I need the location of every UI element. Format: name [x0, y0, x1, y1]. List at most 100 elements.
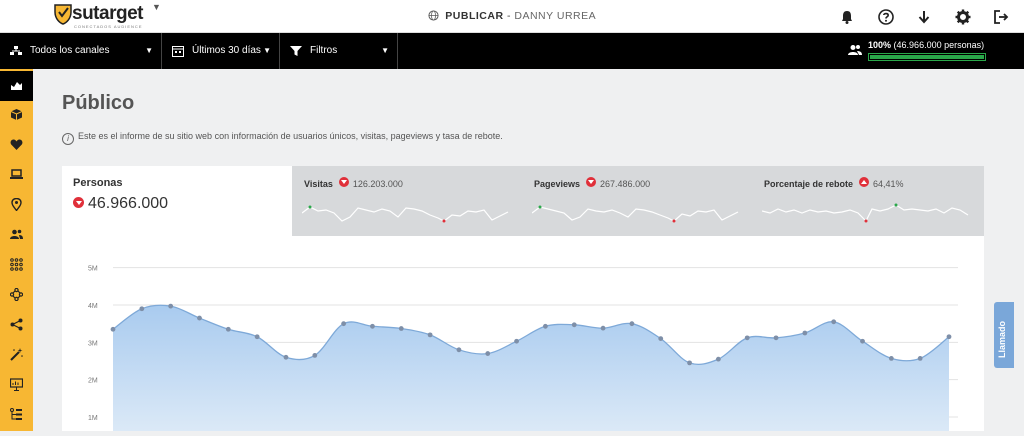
- brand-tagline: CONECTADOS AUDIENCE: [74, 24, 143, 29]
- help-icon[interactable]: [877, 8, 895, 26]
- trend-down-icon: [73, 197, 84, 208]
- sparkline-rebote: [762, 203, 969, 223]
- download-icon[interactable]: [915, 8, 933, 26]
- sidebar-item-users[interactable]: [0, 220, 33, 250]
- sidebar-item-laptop[interactable]: [0, 160, 33, 190]
- data-point[interactable]: [110, 326, 116, 332]
- channels-dropdown[interactable]: Todos los canales ▼: [0, 33, 162, 69]
- calendar-icon: [172, 46, 184, 57]
- location-icon: [11, 198, 22, 211]
- trend-down-icon: [586, 177, 597, 187]
- kpi-pageviews-value: 267.486.000: [600, 179, 651, 189]
- data-point[interactable]: [946, 334, 952, 340]
- trend-down-icon: [338, 177, 349, 187]
- sidebar-item-magic-wand[interactable]: [0, 340, 33, 370]
- llamado-label: Llamado: [997, 320, 1007, 358]
- sidebar-item-network[interactable]: [0, 280, 33, 310]
- period-dropdown[interactable]: Últimos 30 días ▼: [162, 33, 280, 69]
- sidebar-item-grid[interactable]: [0, 250, 33, 280]
- data-point[interactable]: [744, 335, 750, 341]
- kpi-rebote[interactable]: Porcentaje de rebote 64,41%: [752, 166, 984, 236]
- kpi-rebote-value: 64,41%: [873, 179, 904, 189]
- user-name: DANNY URREA: [514, 10, 597, 22]
- top-header: sutarget CONECTADOS AUDIENCE ▼ PUBLICAR …: [0, 0, 1024, 33]
- sparkline-visitas: [302, 205, 509, 223]
- sidebar-item-heart[interactable]: [0, 130, 33, 160]
- data-point[interactable]: [831, 319, 837, 325]
- y-tick-label: 2M: [88, 378, 98, 385]
- data-point[interactable]: [485, 351, 491, 356]
- area-chart-svg: 1M 2M 3M 4M 5M: [88, 266, 958, 431]
- laptop-icon: [10, 169, 23, 179]
- kpi-visitas[interactable]: Visitas 126.203.000: [292, 166, 522, 236]
- y-tick-label: 3M: [88, 340, 98, 347]
- data-point[interactable]: [398, 326, 404, 331]
- page-info-text: Este es el informe de su sitio web con i…: [78, 131, 503, 141]
- project-name: PUBLICAR: [445, 10, 504, 22]
- audience-chart: 1M 2M 3M 4M 5M: [62, 236, 984, 431]
- sidebar-item-dashboard[interactable]: [0, 71, 33, 101]
- chevron-down-icon: ▼: [381, 46, 389, 55]
- y-tick-label: 1M: [88, 415, 98, 422]
- bell-icon[interactable]: [838, 8, 856, 26]
- data-point[interactable]: [802, 330, 808, 336]
- data-point[interactable]: [168, 303, 174, 309]
- data-point[interactable]: [139, 306, 145, 312]
- data-point[interactable]: [456, 347, 462, 353]
- kpi-personas[interactable]: Personas 46.966.000: [62, 166, 292, 236]
- title-separator: -: [503, 10, 515, 22]
- data-point[interactable]: [197, 315, 202, 321]
- sidebar-item-hierarchy[interactable]: [0, 400, 33, 430]
- sidebar-item-presentation[interactable]: [0, 370, 33, 400]
- users-icon: [848, 45, 862, 55]
- filters-dropdown[interactable]: Filtros ▼: [280, 33, 398, 69]
- kpi-pageviews[interactable]: Pageviews 267.486.000: [522, 166, 752, 236]
- kpi-strip: Visitas 126.203.000 Pageviews 267.486.000 …: [292, 166, 984, 236]
- data-point[interactable]: [773, 335, 779, 341]
- heart-icon: [10, 139, 23, 150]
- data-point[interactable]: [312, 353, 318, 358]
- sidebar-item-share[interactable]: [0, 310, 33, 340]
- kpi-pageviews-label: Pageviews: [534, 179, 581, 189]
- data-point[interactable]: [888, 355, 894, 361]
- users-icon: [10, 229, 23, 239]
- filter-icon: [290, 46, 302, 56]
- data-point[interactable]: [860, 338, 865, 344]
- data-point[interactable]: [427, 332, 433, 338]
- globe-icon: [428, 10, 439, 21]
- data-point[interactable]: [687, 360, 692, 366]
- data-point[interactable]: [254, 334, 260, 340]
- data-point[interactable]: [715, 356, 721, 362]
- header-actions: [822, 8, 1010, 26]
- y-tick-label: 5M: [88, 266, 98, 273]
- people-percent: 100%: [868, 40, 892, 50]
- people-progress-fill: [870, 55, 984, 59]
- box-icon: [10, 109, 23, 120]
- logout-icon[interactable]: [992, 8, 1010, 26]
- grid-icon: [10, 258, 23, 271]
- data-point[interactable]: [283, 354, 289, 360]
- data-point[interactable]: [543, 323, 548, 329]
- filters-label: Filtros: [310, 45, 338, 56]
- network-icon: [10, 288, 23, 301]
- data-point[interactable]: [514, 338, 519, 344]
- audience-card: Personas 46.966.000 Visitas 126.203.000 P…: [62, 166, 984, 431]
- llamado-tab[interactable]: Llamado: [994, 302, 1014, 368]
- sidebar-item-box[interactable]: [0, 100, 33, 130]
- data-point[interactable]: [571, 322, 577, 328]
- share-icon: [10, 318, 23, 331]
- data-point[interactable]: [658, 336, 664, 342]
- y-tick-label: 4M: [88, 303, 98, 310]
- chevron-down-icon: ▼: [263, 46, 271, 55]
- gear-icon[interactable]: [954, 8, 972, 26]
- data-point[interactable]: [225, 326, 231, 332]
- data-point[interactable]: [917, 355, 923, 361]
- sidebar-item-location[interactable]: [0, 190, 33, 220]
- data-point[interactable]: [600, 325, 606, 331]
- page-title: Público: [62, 92, 135, 114]
- magic-wand-icon: [10, 348, 23, 361]
- data-point[interactable]: [629, 321, 635, 327]
- data-point[interactable]: [370, 323, 375, 329]
- data-point[interactable]: [341, 321, 347, 327]
- filter-bar: Todos los canales ▼ Últimos 30 días ▼ Fi…: [0, 33, 1024, 69]
